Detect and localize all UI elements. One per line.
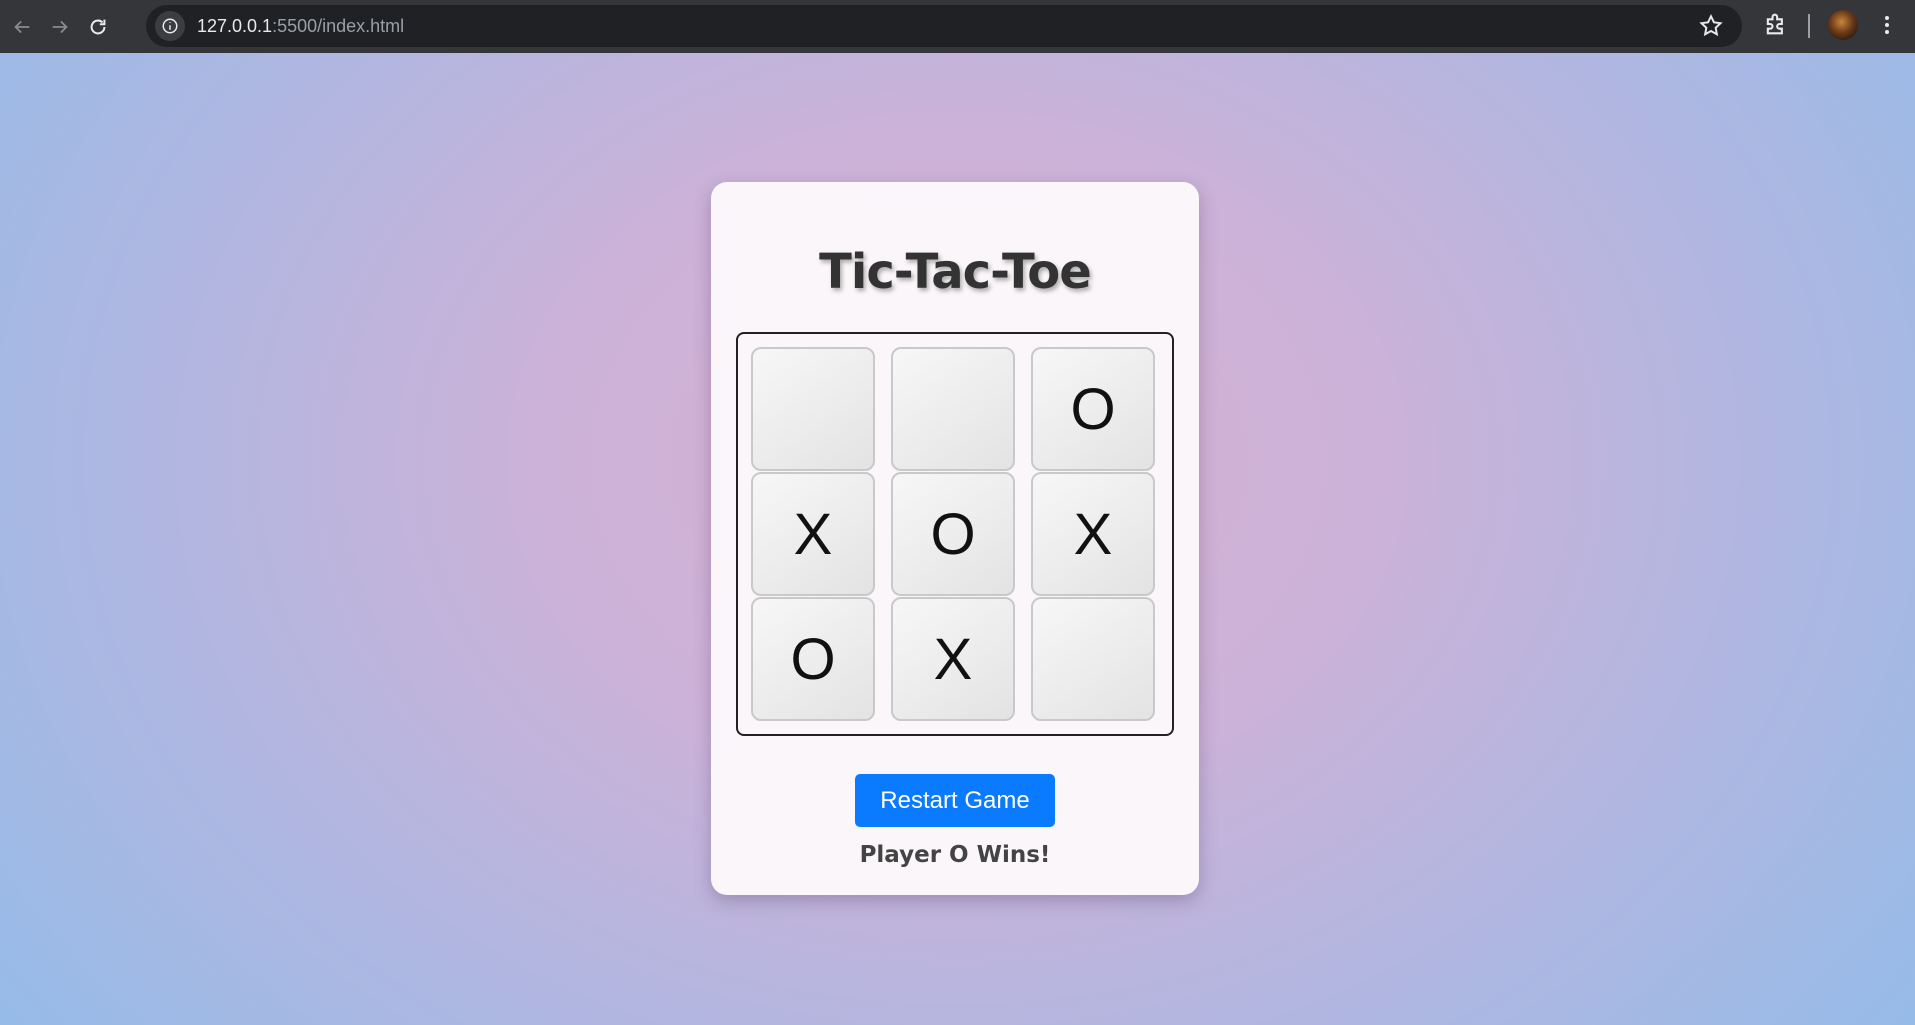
game-status: Player O Wins! <box>859 842 1051 868</box>
reload-icon[interactable] <box>82 11 114 43</box>
game-board: O X O X O X <box>736 332 1174 736</box>
bookmark-star-icon[interactable] <box>1698 13 1724 39</box>
board-cell-9[interactable] <box>1031 597 1155 721</box>
url-host: 127.0.0.1 <box>197 15 273 36</box>
forward-icon[interactable] <box>44 11 76 43</box>
restart-button[interactable]: Restart Game <box>855 774 1055 827</box>
browser-toolbar: 127.0.0.1:5500/index.html <box>0 0 1915 53</box>
board-cell-8[interactable]: X <box>891 597 1015 721</box>
board-cell-4[interactable]: X <box>751 472 875 596</box>
page-viewport: Tic-Tac-Toe O X O X O X Restart Game Pla… <box>0 53 1915 1025</box>
board-cell-1[interactable] <box>751 347 875 471</box>
game-title: Tic-Tac-Toe <box>819 244 1092 300</box>
board-cell-3[interactable]: O <box>1031 347 1155 471</box>
url-path: :5500/index.html <box>272 15 405 36</box>
site-info-icon[interactable] <box>155 11 185 41</box>
profile-avatar[interactable] <box>1828 10 1858 40</box>
address-bar[interactable]: 127.0.0.1:5500/index.html <box>146 5 1742 47</box>
board-cell-6[interactable]: X <box>1031 472 1155 596</box>
url-text: 127.0.0.1:5500/index.html <box>197 16 404 37</box>
back-icon[interactable] <box>6 11 38 43</box>
extensions-icon[interactable] <box>1762 10 1790 38</box>
board-cell-2[interactable] <box>891 347 1015 471</box>
more-menu-icon[interactable] <box>1872 10 1902 40</box>
toolbar-divider <box>1808 14 1810 38</box>
board-cell-7[interactable]: O <box>751 597 875 721</box>
board-cell-5[interactable]: O <box>891 472 1015 596</box>
game-card: Tic-Tac-Toe O X O X O X Restart Game Pla… <box>711 182 1199 895</box>
